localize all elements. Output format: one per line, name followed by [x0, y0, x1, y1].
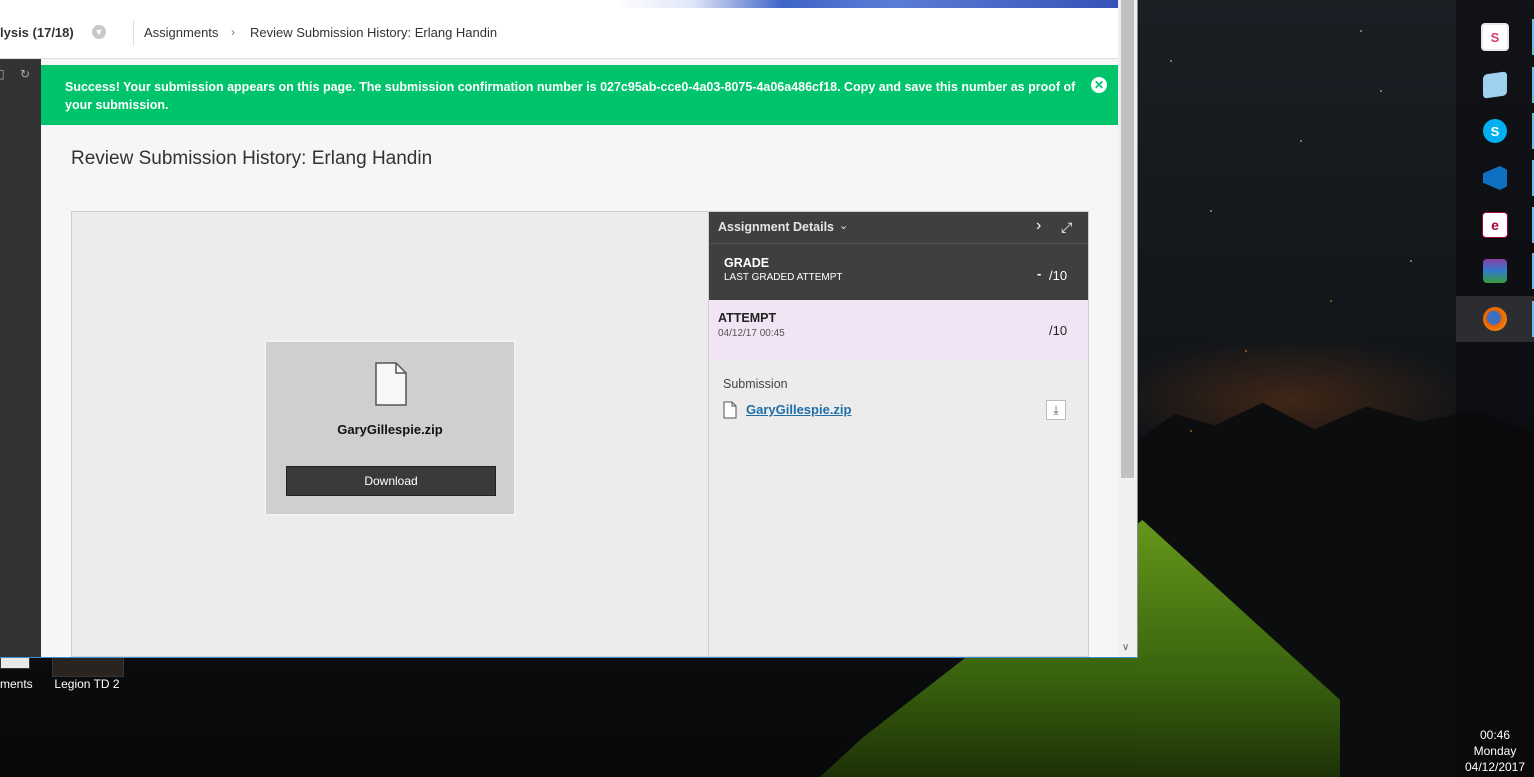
taskbar-notepad[interactable] — [1456, 62, 1534, 108]
star — [1330, 300, 1332, 302]
desktop-icon-documents[interactable]: ments — [0, 677, 40, 691]
submission-viewer: GaryGillespie.zip Download — [71, 211, 708, 657]
attempt-label: ATTEMPT — [718, 311, 777, 325]
taskbar-erlang[interactable]: e — [1456, 202, 1534, 248]
submission-file-link[interactable]: GaryGillespie.zip — [746, 402, 852, 417]
star — [1380, 90, 1382, 92]
scroll-down-arrow-icon[interactable]: ∨ — [1122, 642, 1129, 653]
breadcrumb-assignments[interactable]: Assignments — [144, 25, 218, 40]
grade-sublabel: LAST GRADED ATTEMPT — [724, 272, 843, 283]
grade-value: - — [1037, 266, 1042, 281]
download-button[interactable]: Download — [286, 466, 496, 496]
course-menu-collapsed: ▯ ↻ — [0, 59, 41, 657]
menu-toggle-icon[interactable]: ▯ — [0, 67, 5, 81]
documents-thumbnail[interactable] — [0, 657, 30, 669]
assignment-details-panel: Assignment Details ⌄ › ⤢ GRADE LAST GRAD… — [708, 211, 1089, 657]
file-name: GaryGillespie.zip — [337, 422, 443, 437]
chevron-down-icon[interactable]: ⌄ — [839, 219, 848, 232]
taskbar-skype[interactable]: S — [1456, 108, 1534, 154]
grade-summary: GRADE LAST GRADED ATTEMPT - /10 — [709, 244, 1088, 300]
attempt-total: /10 — [1049, 323, 1068, 338]
desktop-icon-legion-td[interactable]: Legion TD 2 — [48, 677, 126, 691]
star — [1190, 430, 1192, 432]
breadcrumb-current-page: Review Submission History: Erlang Handin — [250, 25, 498, 40]
star — [1300, 140, 1302, 142]
clock-day: Monday — [1473, 744, 1517, 758]
legion-td-thumbnail[interactable] — [52, 657, 124, 677]
taskbar-visual-studio[interactable] — [1456, 155, 1534, 201]
download-icon[interactable]: ⤓ — [1046, 400, 1066, 420]
assignment-details-header[interactable]: Assignment Details ⌄ › ⤢ — [709, 212, 1088, 244]
star — [1170, 60, 1172, 62]
chevron-right-icon: › — [231, 25, 235, 39]
desktop-icon-label: ments — [0, 677, 33, 691]
chevron-right-icon[interactable]: › — [1036, 217, 1041, 235]
submission-label: Submission — [723, 377, 788, 391]
success-message: Success! Your submission appears on this… — [65, 80, 1076, 112]
browser-window: lysis (17/18) ▼ Assignments › Review Sub… — [0, 0, 1138, 658]
page-title: Review Submission History: Erlang Handin — [71, 148, 433, 169]
star — [1410, 260, 1412, 262]
taskbar-winrar[interactable] — [1456, 248, 1534, 294]
success-banner: Success! Your submission appears on this… — [41, 65, 1118, 125]
grade-label: GRADE — [724, 256, 770, 270]
star — [1245, 350, 1247, 352]
file-card: GaryGillespie.zip Download — [264, 340, 516, 516]
desktop-icon-label: Legion TD 2 — [54, 677, 120, 691]
nav-divider — [133, 20, 134, 46]
taskbar-firefox[interactable] — [1456, 296, 1534, 342]
erlang-icon: e — [1482, 212, 1508, 238]
course-navbar: lysis (17/18) ▼ Assignments › Review Sub… — [0, 8, 1118, 59]
close-icon[interactable]: ✕ — [1091, 77, 1107, 93]
scrollbar-thumb[interactable] — [1121, 0, 1134, 478]
taskbar-slack[interactable]: S — [1456, 14, 1534, 60]
expand-icon[interactable]: ⤢ — [1061, 219, 1072, 236]
refresh-icon[interactable]: ↻ — [20, 67, 30, 81]
star — [1210, 210, 1212, 212]
taskbar: S S e — [1456, 0, 1534, 777]
assignment-details-label: Assignment Details — [718, 220, 835, 234]
chevron-down-icon[interactable]: ▼ — [92, 25, 106, 39]
slack-icon: S — [1481, 23, 1509, 51]
course-title[interactable]: lysis (17/18) — [0, 25, 74, 40]
grade-total: /10 — [1049, 268, 1068, 283]
header-banner-strip — [0, 0, 1118, 8]
clock-date: 04/12/2017 — [1464, 760, 1526, 774]
visual-studio-icon — [1483, 166, 1507, 190]
attempt-date: 04/12/17 00:45 — [718, 328, 785, 339]
clock-time: 00:46 — [1479, 728, 1511, 742]
file-icon — [723, 401, 737, 419]
file-icon — [375, 362, 407, 406]
firefox-icon — [1483, 307, 1507, 331]
skype-icon: S — [1483, 119, 1507, 143]
notepad-icon — [1483, 71, 1507, 99]
attempt-row[interactable]: ATTEMPT 04/12/17 00:45 /10 — [709, 300, 1088, 360]
page-scrollbar[interactable]: ∨ — [1118, 0, 1137, 657]
taskbar-clock[interactable]: 00:46 Monday 04/12/2017 — [1456, 727, 1534, 775]
star — [1360, 30, 1362, 32]
winrar-icon — [1483, 259, 1507, 283]
